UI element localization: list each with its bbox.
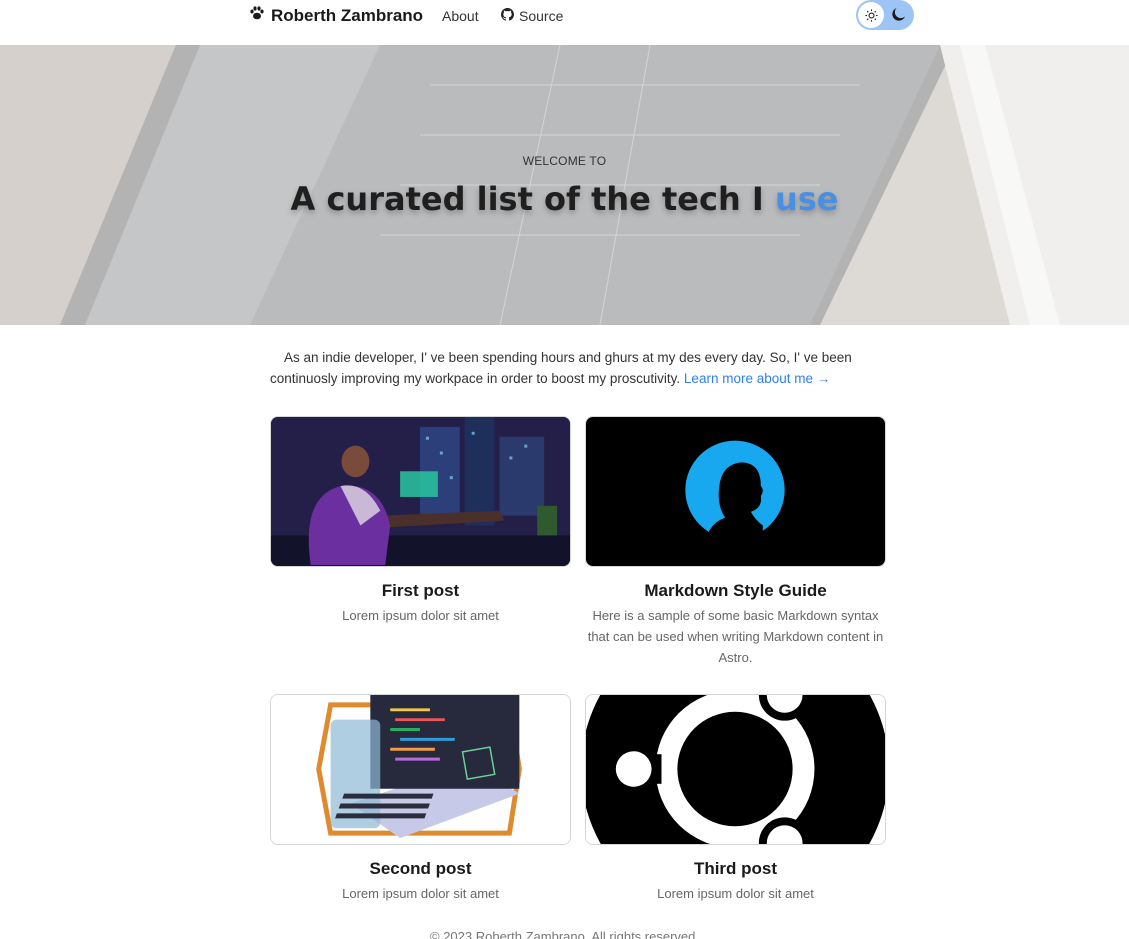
post-thumbnail[interactable] [585,416,886,567]
post-description: Lorem ipsum dolor sit amet [657,886,814,901]
github-icon [501,8,514,24]
paw-icon [249,5,265,26]
site-header: Roberth Zambrano About Source [0,0,1129,45]
footer-copyright: © 2023 Roberth Zambrano. All rights rese… [430,929,699,939]
nav-about-link[interactable]: About [442,8,479,24]
post-title[interactable]: First post [270,581,571,601]
post-title[interactable]: Third post [585,859,886,879]
ubuntu-logo-image [586,695,885,844]
theme-toggle[interactable] [856,0,914,30]
post-description: Lorem ipsum dolor sit amet [342,608,499,623]
post-description: Here is a sample of some basic Markdown … [587,608,884,665]
post-card[interactable]: Second post Lorem ipsum dolor sit amet [270,694,571,904]
laptop-code-image [271,695,570,844]
brand-link[interactable]: Roberth Zambrano [249,5,423,26]
post-thumbnail[interactable] [270,694,571,845]
post-title[interactable]: Markdown Style Guide [585,581,886,601]
hero-subtitle: WELCOME TO [522,154,607,168]
brand-name: Roberth Zambrano [271,5,424,25]
post-description: Lorem ipsum dolor sit amet [342,886,499,901]
intro-paragraph: As an indie developer, I' ve been spendi… [270,347,890,389]
post-card[interactable]: Third post Lorem ipsum dolor sit amet [585,694,886,904]
moon-icon [892,7,906,21]
post-thumbnail[interactable] [270,416,571,567]
post-card[interactable]: First post Lorem ipsum dolor sit amet [270,416,571,626]
hero-title-accent: use [774,180,839,218]
profile-silhouette-image [586,417,885,566]
post-title[interactable]: Second post [270,859,571,879]
hero-banner: WELCOME TO A curated list of the tech I … [0,45,1129,325]
learn-more-link[interactable]: Learn more about me → [684,371,830,386]
hero-title-main: A curated list of the tech I [290,180,775,218]
cyberpunk-desk-image [271,417,570,566]
nav-source-label: Source [519,8,564,24]
nav-source-link[interactable]: Source [501,8,563,24]
post-thumbnail[interactable] [585,694,886,845]
hero-title: A curated list of the tech I use [0,180,1129,218]
sun-icon [858,2,884,28]
post-card[interactable]: Markdown Style Guide Here is a sample of… [585,416,886,668]
